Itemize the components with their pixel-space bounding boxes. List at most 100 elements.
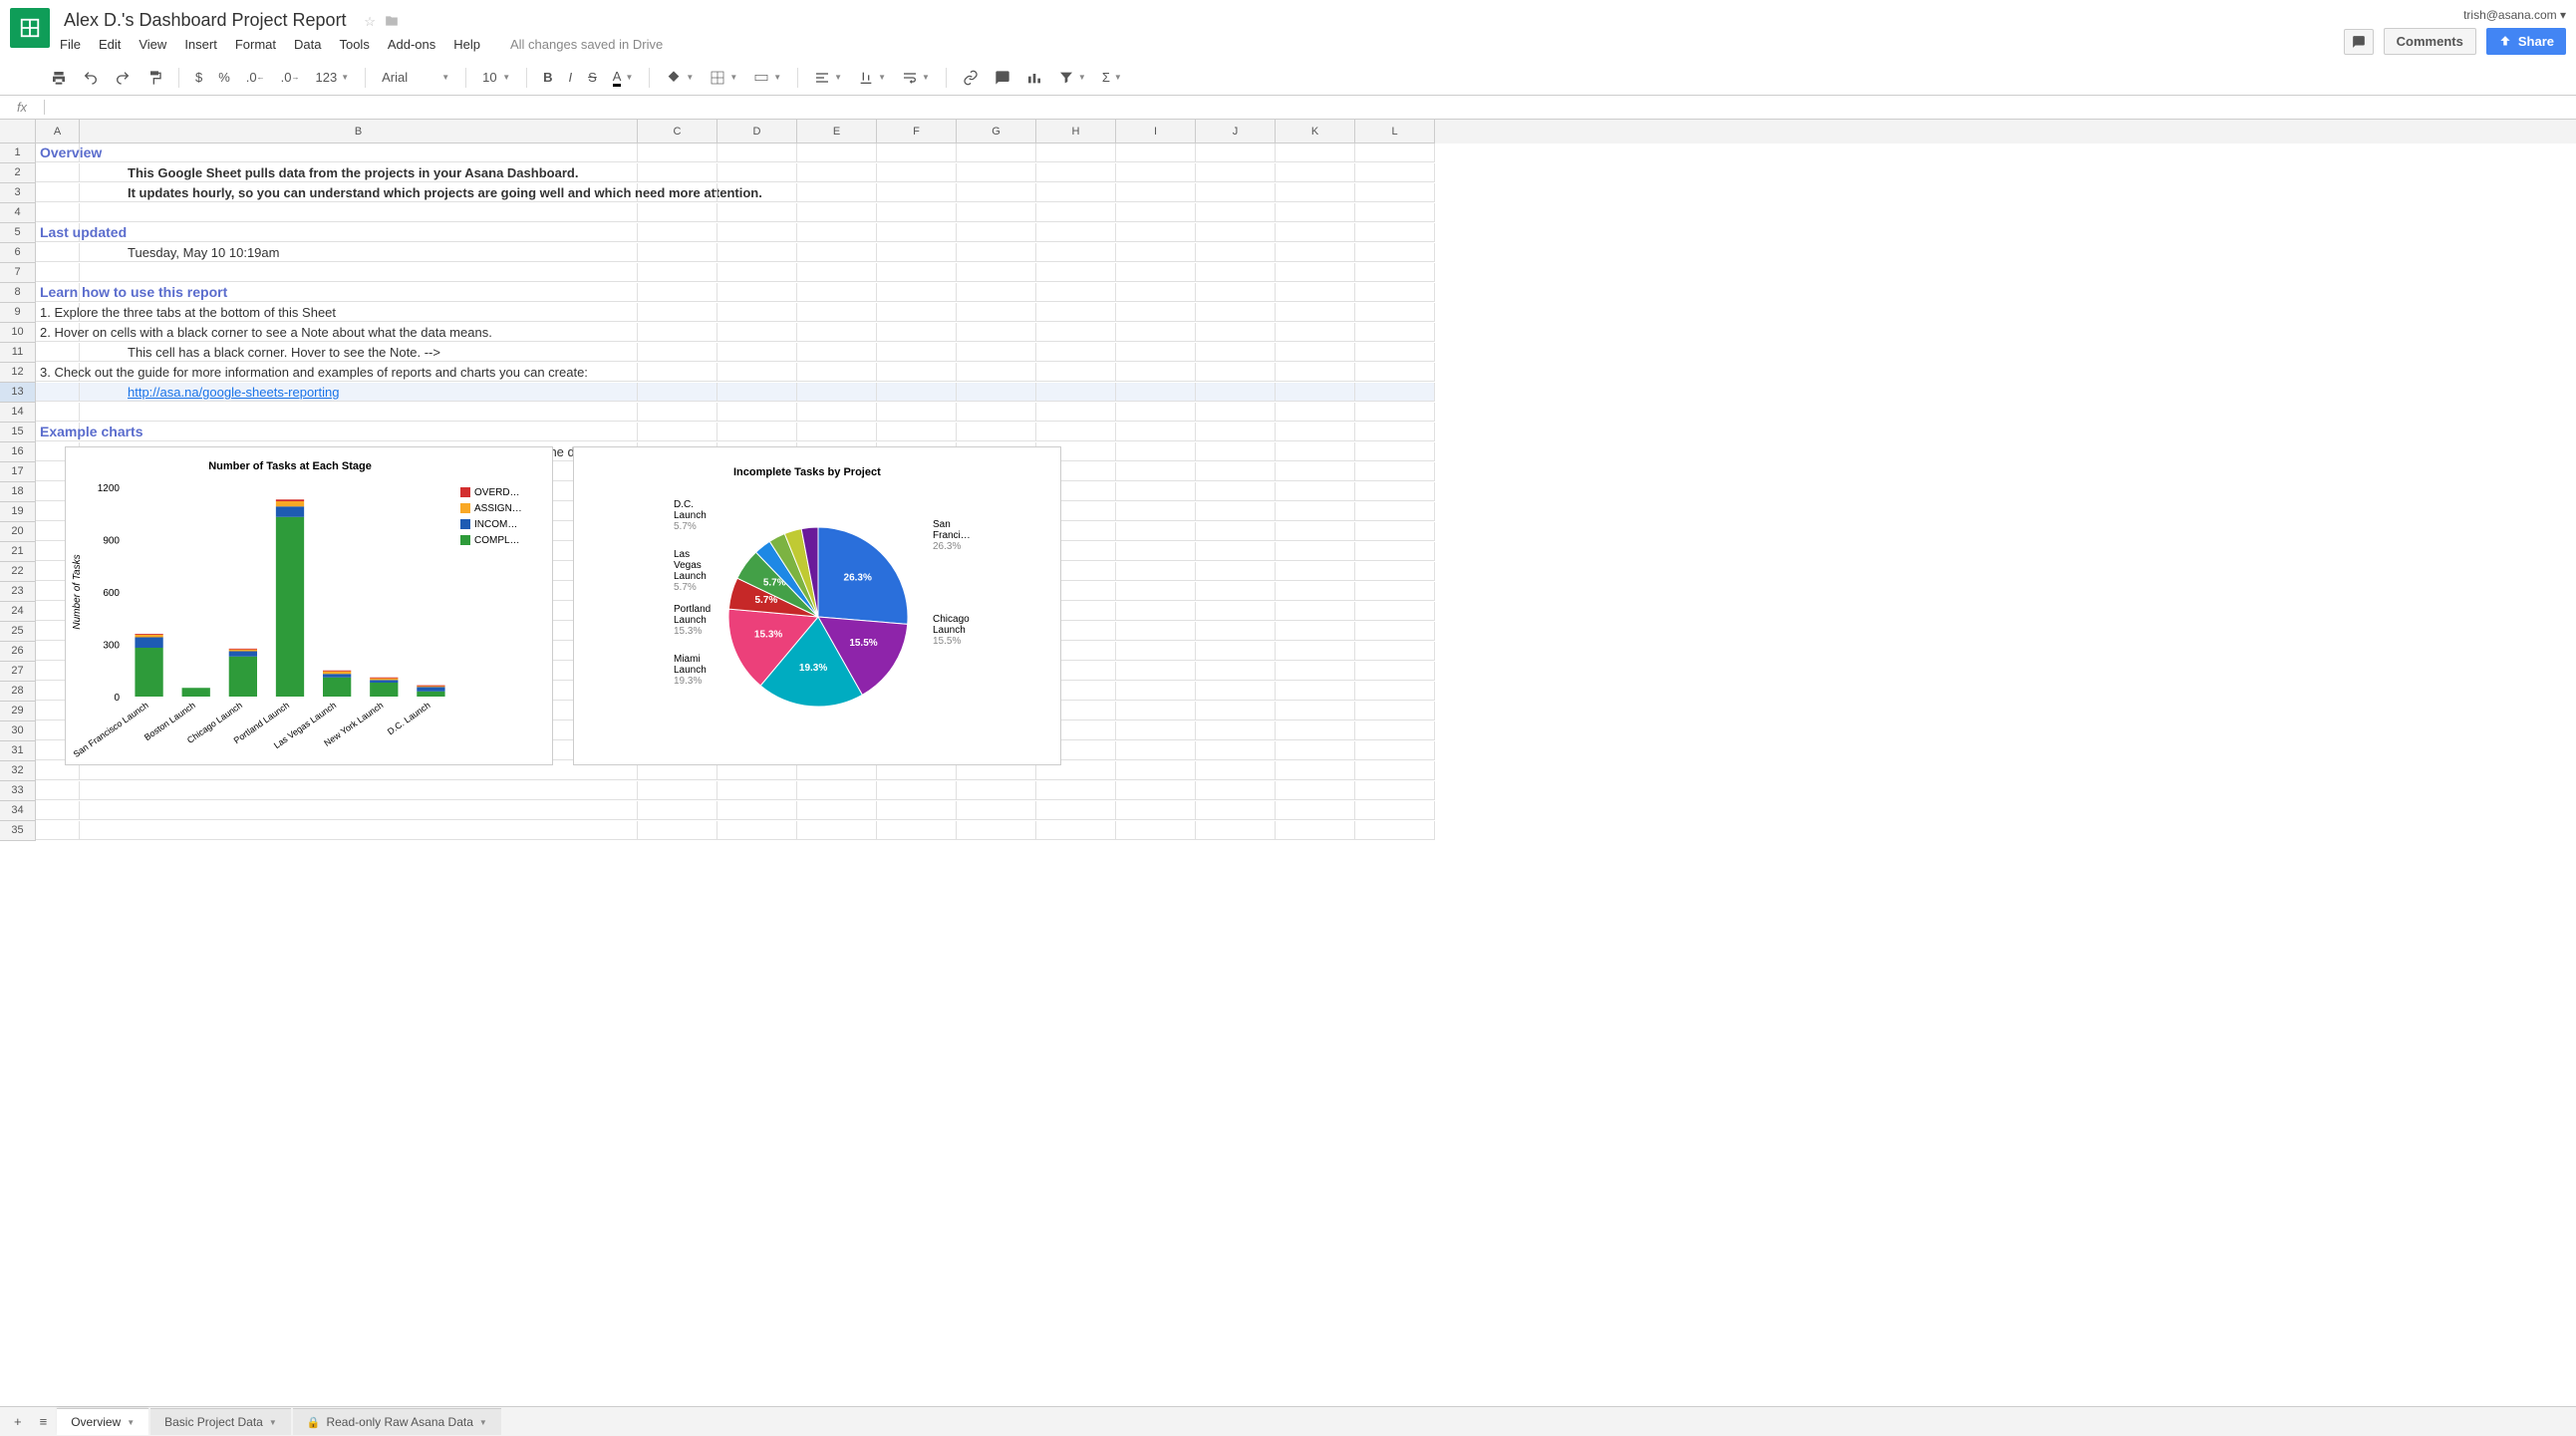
cell-D11[interactable] [717,343,797,362]
cell-L27[interactable] [1355,662,1435,681]
cell-J33[interactable] [1196,781,1276,800]
cell-J22[interactable] [1196,562,1276,581]
cell-I26[interactable] [1116,642,1196,661]
cell-A15[interactable]: Example charts [36,423,80,441]
row-header-15[interactable]: 15 [0,423,36,442]
cell-K19[interactable] [1276,502,1355,521]
cell-E12[interactable] [797,363,877,382]
insert-comment-icon[interactable] [989,66,1016,90]
row-header-9[interactable]: 9 [0,303,36,323]
cell-L22[interactable] [1355,562,1435,581]
cell-L19[interactable] [1355,502,1435,521]
cell-K16[interactable] [1276,442,1355,461]
cell-C3[interactable] [638,183,717,202]
cell-I35[interactable] [1116,821,1196,840]
menu-insert[interactable]: Insert [184,37,217,52]
cell-I14[interactable] [1116,403,1196,422]
cell-I12[interactable] [1116,363,1196,382]
cell-F13[interactable] [877,383,957,402]
cell-L16[interactable] [1355,442,1435,461]
cell-H3[interactable] [1036,183,1116,202]
cell-H10[interactable] [1036,323,1116,342]
col-header-F[interactable]: F [877,120,957,144]
cell-J7[interactable] [1196,263,1276,282]
cell-K26[interactable] [1276,642,1355,661]
cell-G7[interactable] [957,263,1036,282]
cell-L4[interactable] [1355,203,1435,222]
cell-G3[interactable] [957,183,1036,202]
cell-D14[interactable] [717,403,797,422]
cell-I5[interactable] [1116,223,1196,242]
comments-button[interactable]: Comments [2384,28,2476,55]
cell-K12[interactable] [1276,363,1355,382]
cell-K18[interactable] [1276,482,1355,501]
cell-B5[interactable] [80,223,638,242]
col-header-K[interactable]: K [1276,120,1355,144]
cell-L26[interactable] [1355,642,1435,661]
cell-G4[interactable] [957,203,1036,222]
cell-I2[interactable] [1116,163,1196,182]
cell-E14[interactable] [797,403,877,422]
cell-H2[interactable] [1036,163,1116,182]
cell-L10[interactable] [1355,323,1435,342]
row-header-4[interactable]: 4 [0,203,36,223]
row-header-18[interactable]: 18 [0,482,36,502]
add-sheet-button[interactable]: + [6,1410,30,1433]
cell-L18[interactable] [1355,482,1435,501]
cell-G11[interactable] [957,343,1036,362]
move-folder-icon[interactable] [384,14,400,31]
cell-I25[interactable] [1116,622,1196,641]
cell-J30[interactable] [1196,721,1276,740]
menu-edit[interactable]: Edit [99,37,121,52]
cell-G35[interactable] [957,821,1036,840]
cell-B15[interactable] [80,423,638,441]
cell-D4[interactable] [717,203,797,222]
cell-J5[interactable] [1196,223,1276,242]
cell-C14[interactable] [638,403,717,422]
cell-I8[interactable] [1116,283,1196,302]
cell-L2[interactable] [1355,163,1435,182]
cell-C35[interactable] [638,821,717,840]
cell-J2[interactable] [1196,163,1276,182]
cell-F3[interactable] [877,183,957,202]
cell-K14[interactable] [1276,403,1355,422]
cell-H4[interactable] [1036,203,1116,222]
row-header-31[interactable]: 31 [0,741,36,761]
cell-K3[interactable] [1276,183,1355,202]
comment-icon[interactable] [2344,29,2374,55]
insert-chart-icon[interactable] [1020,66,1048,90]
cell-I20[interactable] [1116,522,1196,541]
row-header-11[interactable]: 11 [0,343,36,363]
cell-I32[interactable] [1116,761,1196,780]
cell-K2[interactable] [1276,163,1355,182]
row-header-20[interactable]: 20 [0,522,36,542]
row-header-28[interactable]: 28 [0,682,36,702]
cell-G5[interactable] [957,223,1036,242]
cell-F10[interactable] [877,323,957,342]
cell-D7[interactable] [717,263,797,282]
cell-H5[interactable] [1036,223,1116,242]
cell-F14[interactable] [877,403,957,422]
v-align-button[interactable]: ▼ [852,66,892,90]
cell-I33[interactable] [1116,781,1196,800]
borders-button[interactable]: ▼ [704,66,743,90]
cell-I16[interactable] [1116,442,1196,461]
cell-J10[interactable] [1196,323,1276,342]
cell-E13[interactable] [797,383,877,402]
cell-E11[interactable] [797,343,877,362]
cell-B12[interactable] [80,363,638,382]
cell-I7[interactable] [1116,263,1196,282]
cell-J20[interactable] [1196,522,1276,541]
col-header-D[interactable]: D [717,120,797,144]
formula-input[interactable] [45,97,2576,119]
col-header-H[interactable]: H [1036,120,1116,144]
cell-I6[interactable] [1116,243,1196,262]
row-header-3[interactable]: 3 [0,183,36,203]
cell-D33[interactable] [717,781,797,800]
cell-B14[interactable] [80,403,638,422]
cell-D15[interactable] [717,423,797,441]
cell-K34[interactable] [1276,801,1355,820]
menu-view[interactable]: View [139,37,166,52]
cell-H13[interactable] [1036,383,1116,402]
cell-H12[interactable] [1036,363,1116,382]
